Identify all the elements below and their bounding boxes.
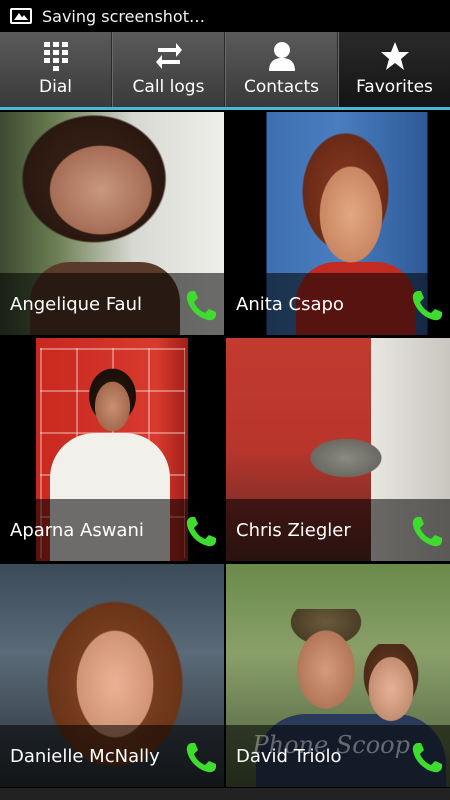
tab-label: Dial (39, 77, 72, 97)
contact-name: Angelique Faul (10, 293, 142, 315)
favorite-tile-angelique-faul[interactable]: Angelique Faul (0, 112, 224, 335)
tab-favorites[interactable]: Favorites (338, 32, 450, 107)
contact-name: Aparna Aswani (10, 519, 144, 541)
status-text: Saving screenshot… (42, 6, 205, 26)
status-bar: Saving screenshot… (0, 0, 450, 32)
image-icon (10, 8, 32, 24)
dialpad-icon (41, 41, 71, 71)
phone-call-icon[interactable] (410, 741, 444, 775)
star-icon (380, 41, 410, 71)
phone-call-icon[interactable] (184, 289, 218, 323)
favorite-tile-aparna-aswani[interactable]: Aparna Aswani (0, 338, 224, 561)
favorite-tile-chris-ziegler[interactable]: Chris Ziegler (226, 338, 450, 561)
contact-name: Danielle McNally (10, 745, 160, 767)
contact-name: Chris Ziegler (236, 519, 351, 541)
tab-label: Favorites (356, 77, 433, 97)
favorite-tile-anita-csapo[interactable]: Anita Csapo (226, 112, 450, 335)
next-row-peek (0, 788, 450, 800)
contact-name: Anita Csapo (236, 293, 344, 315)
tab-call-logs[interactable]: Call logs (112, 32, 225, 107)
call-logs-icon (154, 41, 184, 71)
watermark: Phone Scoop (252, 731, 411, 760)
tab-label: Call logs (132, 77, 205, 97)
favorites-grid: Angelique Faul Anita Csapo Aparna Aswani… (0, 110, 450, 800)
phone-call-icon[interactable] (410, 515, 444, 549)
favorite-tile-danielle-mcnally[interactable]: Danielle McNally (0, 564, 224, 787)
phone-call-icon[interactable] (184, 515, 218, 549)
tab-dial[interactable]: Dial (0, 32, 112, 107)
favorite-tile-david-triolo[interactable]: David Triolo Phone Scoop (226, 564, 450, 787)
tab-label: Contacts (244, 77, 319, 97)
phone-call-icon[interactable] (184, 741, 218, 775)
tab-contacts[interactable]: Contacts (225, 32, 338, 107)
phone-call-icon[interactable] (410, 289, 444, 323)
person-icon (267, 41, 297, 71)
tab-bar: Dial Call logs Contacts Favorites (0, 32, 450, 110)
